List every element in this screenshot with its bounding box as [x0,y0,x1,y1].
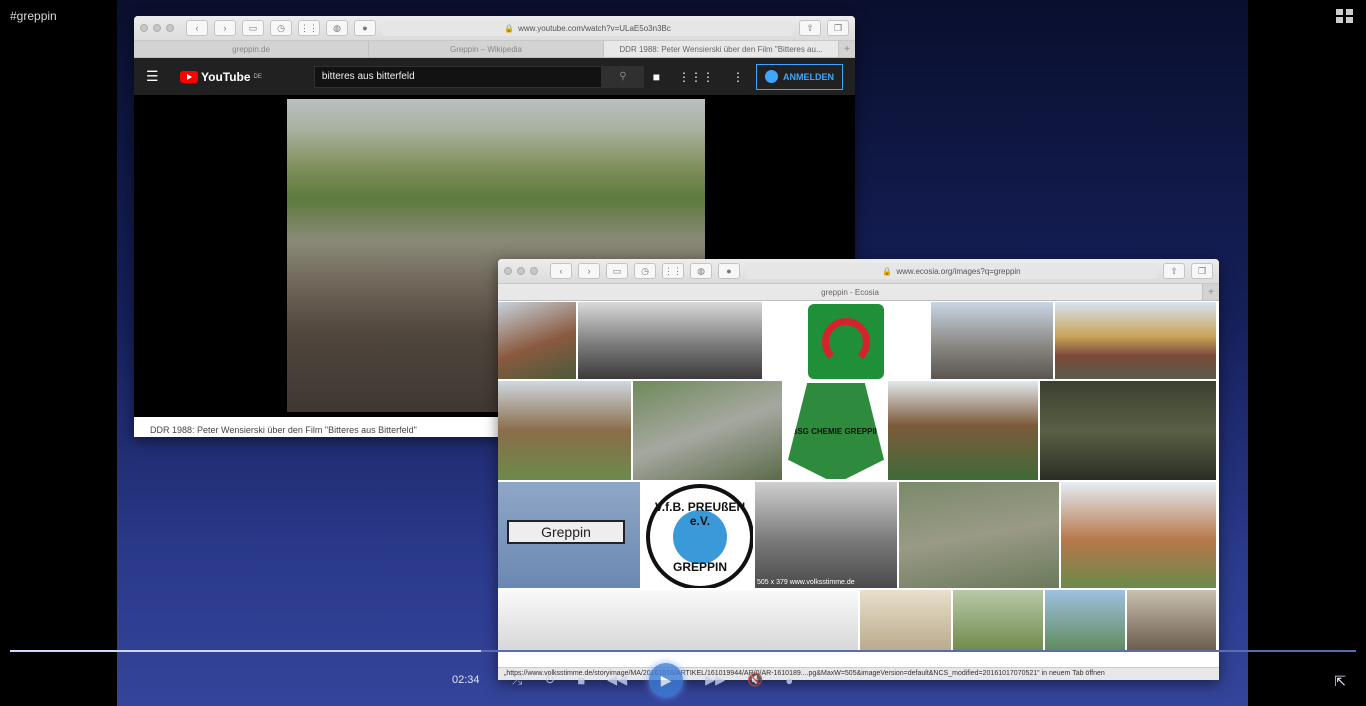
image-result-vfb-logo[interactable]: V.f.B. PREUßEN e.V. GREPPIN [642,482,755,590]
globe-icon[interactable]: ◍ [326,20,348,36]
screen: #greppin ‹ › ▭ ◷ ⋮⋮ ◍ ● 🔒 www.youtube.co… [0,0,1366,706]
image-result-aerial-color[interactable] [899,482,1061,590]
ecosia-browser-window[interactable]: ‹ › ▭ ◷ ⋮⋮ ◍ ● 🔒 www.ecosia.org/images?q… [498,259,1219,680]
new-tab-button[interactable]: + [1203,284,1219,300]
window-controls[interactable] [504,267,538,275]
share-icon[interactable]: ⇧ [799,20,821,36]
search-input[interactable]: bitteres aus bitterfeld [313,65,602,88]
history-icon[interactable]: ◷ [634,263,656,279]
bsg-badge-text: BSG CHEMIE GREPPIN [788,383,884,479]
image-result-show-jumping[interactable] [888,381,1040,482]
share-icon[interactable]: ⇧ [1163,263,1185,279]
image-result-horse-logo[interactable] [764,302,931,381]
sidebar-icon[interactable]: ▭ [606,263,628,279]
browser-toolbar: ‹ › ▭ ◷ ⋮⋮ ◍ ● 🔒 www.youtube.com/watch?v… [134,16,855,41]
progress-bar[interactable] [10,650,1356,652]
hashtag-label: #greppin [10,9,57,23]
image-caption: 505 x 379 www.volksstimme.de [757,579,855,586]
image-result-ornament[interactable] [1040,381,1218,482]
adblock-icon[interactable]: ● [354,20,376,36]
fast-forward-icon[interactable]: ▶▶ [705,672,725,688]
tab-youtube[interactable]: DDR 1988: Peter Wensierski über den Film… [604,41,839,57]
grid-icon[interactable]: ⋮⋮ [662,263,684,279]
account-icon [765,70,778,83]
url-text: www.youtube.com/watch?v=ULaE5o3n3Bc [518,23,671,33]
image-result-train[interactable] [1055,302,1218,381]
rewind-icon[interactable]: ◀◀ [607,672,627,688]
tab-bar: greppin.de Greppin – Wikipedia DDR 1988:… [134,41,855,58]
forward-button[interactable]: › [214,20,236,36]
stop-icon[interactable]: ■ [577,673,585,688]
apps-grid-icon[interactable]: ⋮⋮⋮ [678,70,714,84]
vfb-logo: V.f.B. PREUßEN e.V. GREPPIN [646,484,753,588]
sidebar-icon[interactable]: ▭ [242,20,264,36]
play-icon[interactable]: ▶ [649,663,684,697]
horseshoe-icon [808,304,884,379]
image-result-factory[interactable] [578,302,764,381]
image-result-aerial[interactable] [633,381,784,482]
grid-icon[interactable]: ⋮⋮ [298,20,320,36]
youtube-header: ☰ YouTube DE bitteres aus bitterfeld ⚲ ■ … [134,58,855,95]
image-result-street[interactable] [1127,590,1218,654]
image-result-town-sign[interactable]: Greppin [498,482,642,590]
shuffle-icon[interactable]: ⤮ [512,672,522,688]
image-result-lake[interactable] [1045,590,1127,654]
image-results-grid: BSG CHEMIE GREPPIN Greppin V.f.B. PREUßE… [498,302,1218,664]
video-camera-icon[interactable]: ■ [653,70,660,84]
image-result-sketch[interactable] [498,590,860,654]
history-icon[interactable]: ◷ [270,20,292,36]
youtube-play-icon [180,70,198,83]
mute-icon[interactable]: 🔇 [747,672,763,688]
more-options-icon[interactable]: ⋮ [732,70,744,84]
browser-toolbar: ‹ › ▭ ◷ ⋮⋮ ◍ ● 🔒 www.ecosia.org/images?q… [498,259,1219,284]
volume-slider-icon[interactable]: ● [785,673,793,688]
new-tab-button[interactable]: + [839,41,855,57]
collapse-icon[interactable] [1336,9,1354,24]
url-text: www.ecosia.org/images?q=greppin [896,266,1021,276]
image-result-aerial-bw[interactable]: 505 x 379 www.volksstimme.de [755,482,899,590]
tabs-icon[interactable]: ❐ [1191,263,1213,279]
tab-greppin-de[interactable]: greppin.de [134,41,369,57]
youtube-logo[interactable]: YouTube DE [180,70,262,84]
repeat-icon[interactable]: ↻ [544,672,555,688]
image-result-building[interactable] [1061,482,1218,590]
adblock-icon[interactable]: ● [718,263,740,279]
image-result-trees[interactable] [498,381,633,482]
player-controls: ⤮ ↻ ■ ◀◀ ▶ ▶▶ 🔇 ● [492,663,872,697]
back-button[interactable]: ‹ [550,263,572,279]
globe-icon[interactable]: ◍ [690,263,712,279]
image-result-riders[interactable] [953,590,1045,654]
image-result-postcard[interactable] [860,590,953,654]
fullscreen-icon[interactable]: ⇱ [1334,673,1346,690]
address-bar[interactable]: 🔒 www.youtube.com/watch?v=ULaE5o3n3Bc [382,20,793,36]
tabs-icon[interactable]: ❐ [827,20,849,36]
elapsed-time: 02:34 [452,674,480,686]
sign-in-button[interactable]: ANMELDEN [756,63,843,90]
tab-bar: greppin - Ecosia + [498,284,1219,301]
window-controls[interactable] [140,24,174,32]
address-bar[interactable]: 🔒 www.ecosia.org/images?q=greppin [746,263,1157,279]
image-result-bsg-badge[interactable]: BSG CHEMIE GREPPIN [784,381,888,482]
hamburger-menu-icon[interactable]: ☰ [146,68,170,85]
forward-button[interactable]: › [578,263,600,279]
progress-fill [10,650,482,652]
image-result-station[interactable] [931,302,1055,381]
image-result-church[interactable] [498,302,578,381]
tab-ecosia[interactable]: greppin - Ecosia [498,284,1203,300]
town-sign-text: Greppin [507,520,625,544]
tab-wikipedia[interactable]: Greppin – Wikipedia [369,41,604,57]
back-button[interactable]: ‹ [186,20,208,36]
search-icon[interactable]: ⚲ [601,65,644,88]
